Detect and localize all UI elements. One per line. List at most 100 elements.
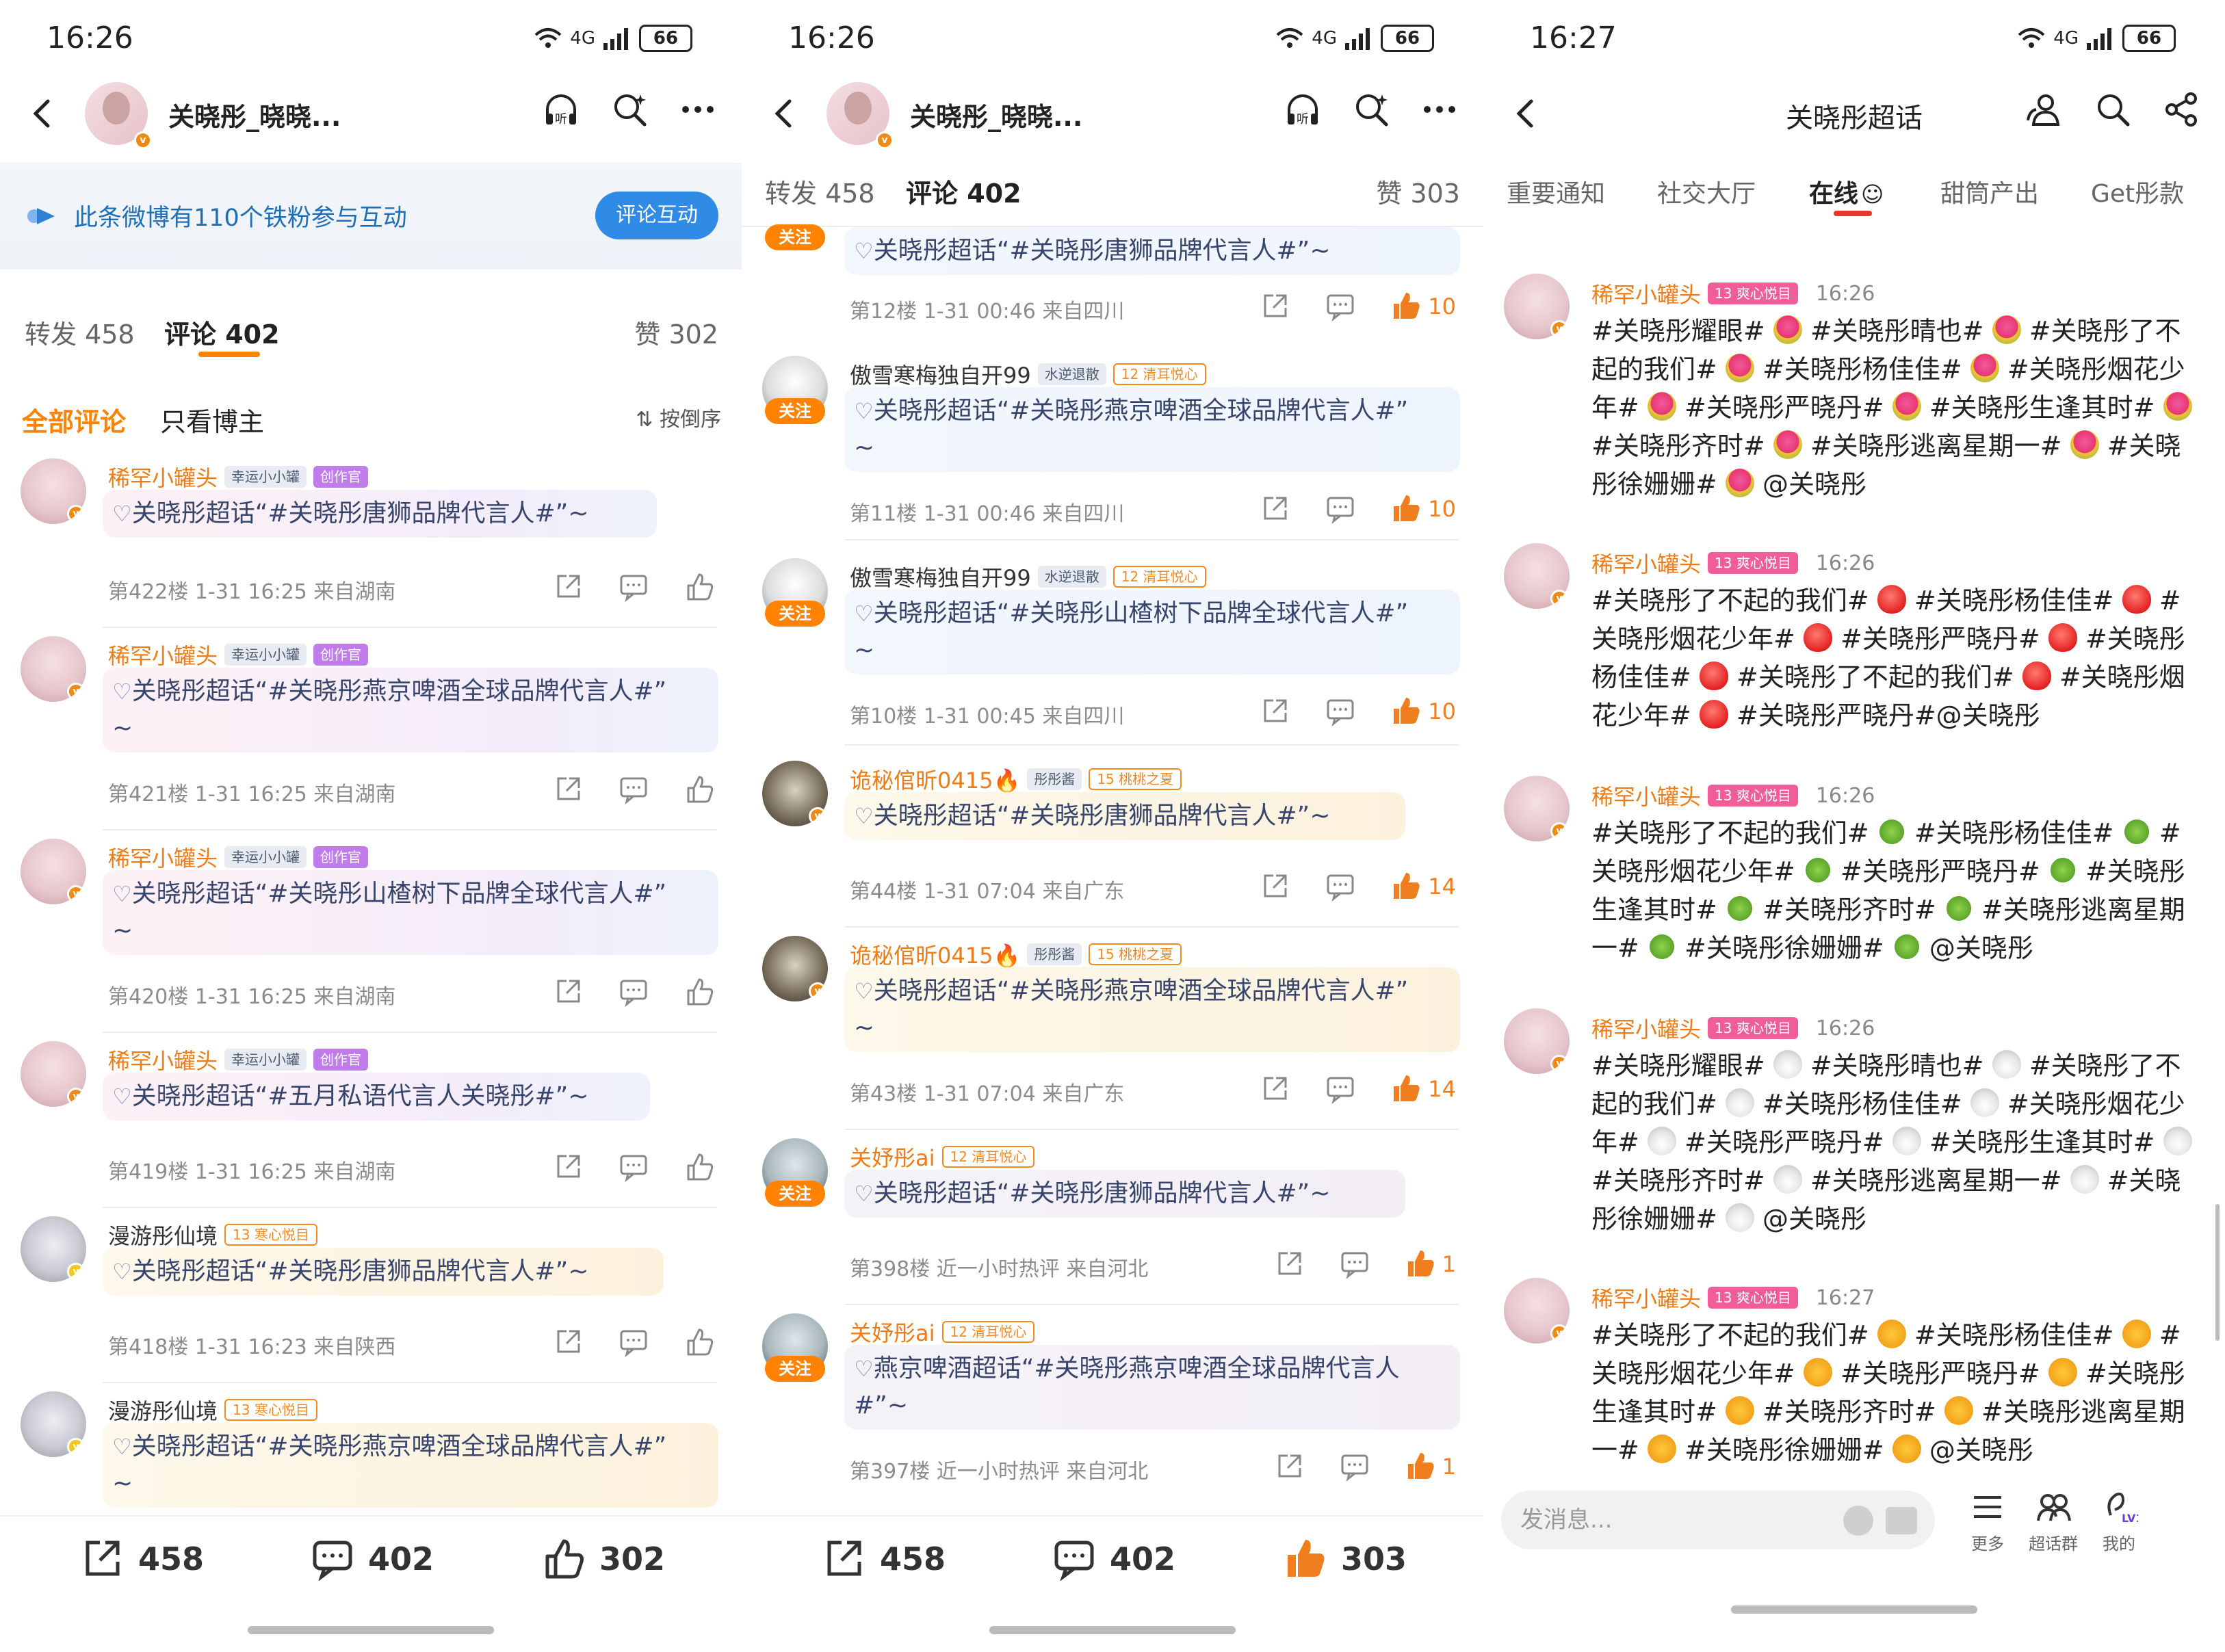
search-icon[interactable] <box>610 90 649 129</box>
share-icon[interactable] <box>1260 291 1290 322</box>
hashtag-text[interactable]: #关晓彤齐时# <box>1754 1397 1944 1427</box>
like-icon[interactable] <box>684 774 714 804</box>
like-button[interactable]: 302 <box>542 1537 665 1581</box>
commenter-name[interactable]: 关妤彤ai 12 清耳悦心 <box>850 1141 1035 1172</box>
sender-name[interactable]: 稀罕小罐头 13 爽心悦目 16:26 <box>1591 278 1875 309</box>
commenter-name[interactable]: 稀罕小罐头 幸运小小罐 创作官 <box>108 841 369 873</box>
hashtag-text[interactable]: #关晓彤杨佳佳# <box>1754 354 1970 384</box>
share-icon[interactable] <box>553 977 583 1007</box>
avatar[interactable]: v <box>21 839 86 904</box>
like-control[interactable]: 10 <box>1391 494 1456 524</box>
more-icon[interactable] <box>679 90 717 129</box>
hashtag-text[interactable]: #关晓彤了不起的我们# <box>1591 818 1877 848</box>
tab-social-hall[interactable]: 社交大厅 <box>1657 174 1756 209</box>
hashtag-text[interactable]: #关晓彤齐时# <box>1591 1166 1773 1196</box>
hashtag-text[interactable]: #关晓彤徐姗姗# <box>1676 1435 1892 1465</box>
follow-button[interactable]: 关注 <box>765 224 825 250</box>
more-button[interactable]: 更多 <box>1957 1488 2018 1554</box>
back-arrow-icon[interactable] <box>769 99 799 129</box>
like-button[interactable]: 303 <box>1284 1537 1407 1581</box>
reply-icon[interactable] <box>619 1152 649 1182</box>
avatar[interactable]: v <box>762 761 828 826</box>
hashtag-text[interactable]: #关晓彤齐时# <box>1591 431 1773 461</box>
avatar[interactable]: v <box>1504 776 1570 841</box>
hashtag-text[interactable]: #关晓彤严晓丹# <box>1832 1359 2048 1389</box>
avatar[interactable]: v <box>21 1391 86 1457</box>
avatar[interactable]: v <box>762 936 828 1001</box>
hashtag-text[interactable]: #关晓彤逃离星期一# <box>1802 431 2070 461</box>
hashtag-text[interactable]: #关晓彤杨佳佳# <box>1906 1320 2122 1350</box>
hashtag-text[interactable]: #关晓彤耀眼# <box>1591 1051 1773 1081</box>
hashtag-text[interactable]: @关晓彤 <box>1754 469 1866 499</box>
share-icon[interactable] <box>553 774 583 804</box>
back-arrow-icon[interactable] <box>27 99 57 129</box>
like-control[interactable]: 14 <box>1391 871 1456 902</box>
like-icon[interactable] <box>684 1152 714 1182</box>
more-icon[interactable] <box>1420 90 1459 129</box>
search-icon[interactable] <box>1352 90 1390 129</box>
avatar[interactable]: v <box>21 636 86 702</box>
tab-repost[interactable]: 转发 458 <box>25 313 135 351</box>
hashtag-text[interactable]: #关晓彤生逢其时# <box>1921 393 2163 423</box>
reply-icon[interactable] <box>619 572 649 602</box>
hashtag-text[interactable]: #关晓彤严晓丹# <box>1676 393 1892 423</box>
hashtag-text[interactable]: #关晓彤杨佳佳# <box>1754 1089 1970 1119</box>
mine-button[interactable]: LV13 我的 <box>2088 1488 2150 1554</box>
like-control[interactable]: 14 <box>1391 1074 1456 1104</box>
hashtag-text[interactable]: #关晓彤了不起的我们# <box>1728 662 2022 692</box>
home-indicator[interactable] <box>989 1626 1236 1634</box>
follow-button[interactable]: 关注 <box>765 398 825 424</box>
avatar[interactable]: v <box>1504 274 1570 339</box>
commenter-name[interactable]: 诡秘倌昕0415🔥 彤彤酱 15 桃桃之夏 <box>850 763 1182 795</box>
follow-button[interactable]: 关注 <box>765 601 825 627</box>
tab-like[interactable]: 赞 302 <box>634 313 718 351</box>
listen-icon[interactable]: 听 <box>1284 90 1322 129</box>
reply-icon[interactable] <box>1340 1249 1370 1279</box>
avatar[interactable]: v <box>1504 1008 1570 1074</box>
hashtag-text[interactable]: #关晓彤严晓丹#@关晓彤 <box>1728 700 2040 731</box>
reply-icon[interactable] <box>1340 1452 1370 1482</box>
tab-style[interactable]: Get彤款 <box>2091 174 2184 209</box>
share-icon[interactable] <box>1274 1452 1304 1482</box>
hashtag-text[interactable]: #关晓彤严晓丹# <box>1676 1127 1892 1157</box>
avatar[interactable]: v <box>21 458 86 524</box>
tab-output[interactable]: 甜筒产出 <box>1940 174 2039 209</box>
sender-name[interactable]: 稀罕小罐头 13 爽心悦目 16:26 <box>1591 1012 1875 1044</box>
emoji-icon[interactable] <box>1843 1506 1873 1536</box>
like-control[interactable]: 1 <box>1405 1452 1456 1482</box>
group-button[interactable]: 超话群 <box>2022 1488 2084 1554</box>
like-control[interactable]: 10 <box>1391 291 1456 322</box>
search-icon[interactable] <box>2094 90 2132 129</box>
share-icon[interactable] <box>553 1327 583 1357</box>
hashtag-text[interactable]: #关晓彤晴也# <box>1802 316 1992 346</box>
repost-button[interactable]: 458 <box>81 1537 204 1581</box>
like-icon[interactable] <box>684 1327 714 1357</box>
members-icon[interactable] <box>2025 90 2064 129</box>
sender-name[interactable]: 稀罕小罐头 13 爽心悦目 16:27 <box>1591 1282 1875 1313</box>
avatar[interactable]: v <box>1504 1278 1570 1343</box>
reply-icon[interactable] <box>1325 1074 1355 1104</box>
commenter-name[interactable]: 稀罕小罐头 幸运小小罐 创作官 <box>108 461 369 493</box>
author-name[interactable]: 关晓彤_晓晓... <box>910 96 1082 133</box>
hashtag-text[interactable]: #关晓彤了不起的我们# <box>1591 1320 1877 1350</box>
tab-repost[interactable]: 转发 458 <box>765 172 875 210</box>
share-icon[interactable] <box>1260 494 1290 524</box>
commenter-name[interactable]: 稀罕小罐头 幸运小小罐 创作官 <box>108 1044 369 1075</box>
commenter-name[interactable]: 傲雪寒梅独自开99 水逆退散 12 清耳悦心 <box>850 561 1206 592</box>
commenter-name[interactable]: 漫游彤仙境 13 寒心悦目 <box>108 1219 317 1250</box>
reply-icon[interactable] <box>619 774 649 804</box>
reply-icon[interactable] <box>619 977 649 1007</box>
avatar[interactable]: v <box>21 1041 86 1107</box>
tab-announcements[interactable]: 重要通知 <box>1507 174 1605 209</box>
commenter-name[interactable]: 稀罕小罐头 幸运小小罐 创作官 <box>108 639 369 670</box>
hashtag-text[interactable]: @关晓彤 <box>1754 1204 1866 1234</box>
avatar[interactable]: v <box>21 1216 86 1282</box>
hashtag-text[interactable]: @关晓彤 <box>1921 1435 2033 1465</box>
like-control[interactable]: 10 <box>1391 696 1456 726</box>
hashtag-text[interactable]: #关晓彤了不起的我们# <box>1591 586 1877 616</box>
image-icon[interactable] <box>1886 1507 1917 1534</box>
home-indicator[interactable] <box>248 1626 494 1634</box>
hashtag-text[interactable]: #关晓彤逃离星期一# <box>1802 1166 2070 1196</box>
reply-icon[interactable] <box>619 1327 649 1357</box>
listen-icon[interactable]: 听 <box>542 90 580 129</box>
